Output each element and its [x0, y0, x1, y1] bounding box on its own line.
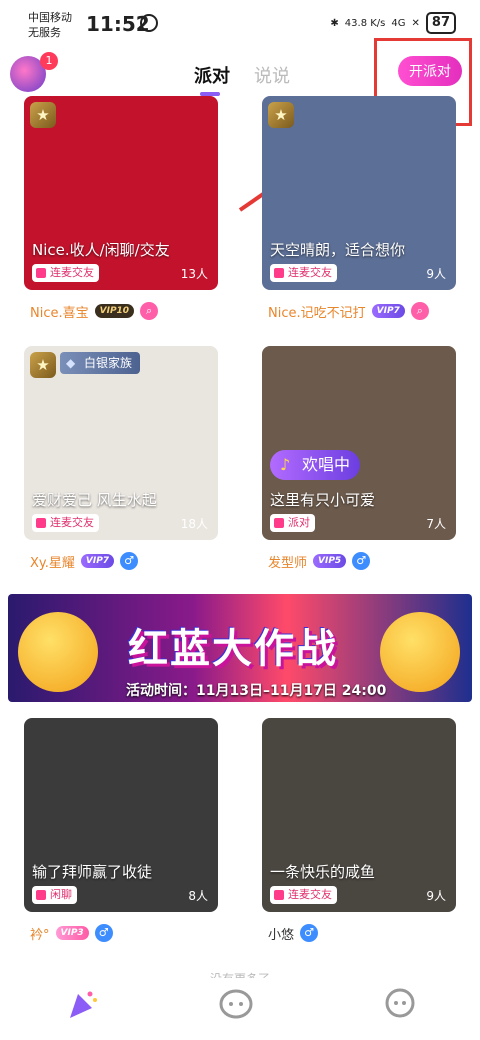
banner-date: 活动时间：11月13日–11月17日 24:00 — [126, 683, 387, 699]
vip-badge: VIP5 — [313, 554, 347, 568]
bottom-nav — [0, 978, 480, 1040]
room-title: Nice.收人/闲聊/交友 — [32, 241, 170, 259]
tab-party[interactable]: 派对 — [194, 62, 230, 96]
network-type: 4G — [391, 17, 406, 29]
host-row[interactable]: Nice.记吃不记打 VIP7 ⌕ — [268, 300, 429, 322]
host-name: 小悠 — [268, 927, 295, 943]
vip-badge: VIP7 — [371, 304, 405, 318]
male-icon: ♂ — [94, 924, 113, 942]
rank-star-icon: ★ — [30, 352, 56, 378]
male-icon: ♂ — [120, 552, 139, 570]
nav-chat[interactable] — [218, 986, 254, 1022]
room-tag: 连麦交友 — [270, 264, 337, 282]
battery-level: 87 — [425, 12, 456, 34]
host-row[interactable]: 衿° VIP3 ♂ — [30, 922, 113, 944]
member-count: 8人 — [188, 889, 208, 903]
member-count: 9人 — [426, 267, 446, 281]
room-tag: 派对 — [270, 514, 315, 532]
room-card[interactable]: ★ Nice.收人/闲聊/交友 连麦交友 13人 — [24, 96, 218, 290]
male-icon: ♂ — [352, 552, 371, 570]
carrier-service: 无服务 — [28, 26, 61, 39]
bluetooth-icon: ✱ — [330, 17, 339, 29]
nav-party[interactable] — [64, 986, 100, 1022]
host-row[interactable]: 发型师 VIP5 ♂ — [268, 550, 371, 572]
host-name: 发型师 — [268, 555, 308, 571]
nav-messages[interactable] — [382, 986, 418, 1022]
room-card[interactable]: 输了拜师赢了收徒 闲聊 8人 — [24, 718, 218, 912]
network-speed: 43.8 K/s — [344, 17, 386, 29]
room-title: 这里有只小可爱 — [270, 491, 376, 509]
host-name: Xy.星耀 — [30, 555, 75, 571]
member-count: 18人 — [180, 517, 208, 531]
message-icon — [385, 988, 415, 1018]
member-count: 9人 — [426, 889, 446, 903]
singing-badge: 欢唱中 — [270, 450, 361, 480]
chat-bubbles-icon — [219, 989, 253, 1019]
room-card[interactable]: 一条快乐的咸鱼 连麦交友 9人 — [262, 718, 456, 912]
search-icon: ⌕ — [140, 302, 159, 320]
rank-star-icon: ★ — [268, 102, 294, 128]
room-card[interactable]: ★ 天空晴朗，适合想你 连麦交友 9人 — [262, 96, 456, 290]
alarm-icon — [140, 14, 158, 32]
room-card[interactable]: ★白银家族爱财爱己 风生水起连麦交友 18人 — [24, 346, 218, 540]
host-name: Nice.记吃不记打 — [268, 305, 366, 321]
member-count: 7人 — [426, 517, 446, 531]
room-tag: 闲聊 — [32, 886, 77, 904]
vip-badge: VIP10 — [94, 304, 135, 318]
notification-badge: 1 — [40, 52, 58, 70]
room-title: 天空晴朗，适合想你 — [270, 241, 406, 259]
room-tag: 连麦交友 — [32, 514, 99, 532]
vip-badge: VIP3 — [55, 926, 89, 940]
room-title: 一条快乐的咸鱼 — [270, 863, 376, 881]
search-icon: ⌕ — [410, 302, 429, 320]
carrier-info: 中国移动 无服务 — [28, 10, 72, 40]
room-card[interactable]: 欢唱中这里有只小可爱派对 7人 — [262, 346, 456, 540]
family-badge: 白银家族 — [60, 352, 141, 374]
right-mascot-icon — [380, 612, 460, 692]
status-indicators: ✱ 43.8 K/s 4G ✕ 87 — [330, 12, 456, 34]
banner-title: 红蓝大作战 — [128, 626, 338, 672]
event-banner[interactable]: 红蓝大作战 活动时间：11月13日–11月17日 24:00 — [8, 594, 472, 702]
host-row[interactable]: Nice.喜宝 VIP10 ⌕ — [30, 300, 159, 322]
vip-badge: VIP7 — [80, 554, 115, 568]
host-name: Nice.喜宝 — [30, 305, 89, 321]
room-title: 爱财爱己 风生水起 — [32, 491, 157, 509]
host-row[interactable]: 小悠 ♂ — [268, 922, 319, 944]
room-tag: 连麦交友 — [32, 264, 99, 282]
host-row[interactable]: Xy.星耀 VIP7 ♂ — [30, 550, 139, 572]
male-icon: ♂ — [300, 924, 319, 942]
carrier-name: 中国移动 — [28, 11, 72, 24]
member-count: 13人 — [180, 267, 208, 281]
room-title: 输了拜师赢了收徒 — [32, 863, 153, 881]
tab-moments[interactable]: 说说 — [254, 62, 290, 88]
rank-star-icon: ★ — [30, 102, 56, 128]
room-tag: 连麦交友 — [270, 886, 337, 904]
wifi-off-icon: ✕ — [411, 17, 420, 29]
host-name: 衿° — [30, 927, 50, 943]
party-popper-icon — [70, 991, 97, 1018]
left-mascot-icon — [18, 612, 98, 692]
